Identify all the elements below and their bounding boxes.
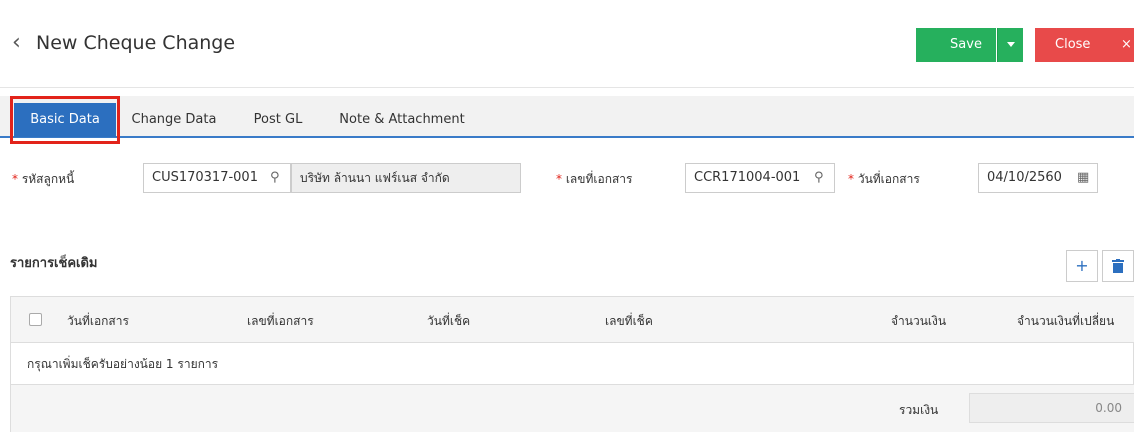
column-header[interactable]: จำนวนเงิน — [891, 312, 946, 331]
doc-no-field[interactable]: CCR171004-001 ⚲ — [685, 163, 835, 193]
close-button-label: Close — [1055, 37, 1091, 52]
doc-no-label: * เลขที่เอกสาร — [556, 172, 633, 186]
debtor-name-field: บริษัท ล้านนา แฟร์เนส จำกัด — [291, 163, 521, 193]
tab-change-data[interactable]: Change Data — [122, 103, 226, 137]
column-header[interactable]: เลขที่เอกสาร — [247, 312, 314, 331]
close-icon: × — [1121, 37, 1132, 52]
page-header: ‹ New Cheque Change Save Close × — [0, 0, 1134, 88]
doc-date-field[interactable]: 04/10/2560 ▦ — [978, 163, 1098, 193]
empty-message: กรุณาเพิ่มเช็ครับอย่างน้อย 1 รายการ — [27, 357, 219, 371]
calendar-icon[interactable]: ▦ — [1077, 164, 1089, 192]
table-row: กรุณาเพิ่มเช็ครับอย่างน้อย 1 รายการ — [11, 343, 1134, 385]
column-header[interactable]: วันที่เอกสาร — [67, 312, 129, 331]
page-title: New Cheque Change — [36, 32, 236, 54]
save-dropdown-button[interactable] — [997, 28, 1023, 62]
doc-date-label: * วันที่เอกสาร — [848, 172, 920, 186]
plus-icon: + — [1075, 256, 1089, 275]
caret-down-icon — [1007, 42, 1015, 47]
tab-basic-data[interactable]: Basic Data — [14, 103, 116, 137]
search-icon[interactable]: ⚲ — [814, 164, 824, 192]
tab-post-gl[interactable]: Post GL — [238, 103, 318, 137]
table-footer: รวมเงิน 0.00 — [11, 385, 1134, 432]
search-icon[interactable]: ⚲ — [270, 164, 280, 192]
trash-icon — [1112, 259, 1124, 273]
select-all-checkbox[interactable] — [29, 313, 42, 326]
column-header[interactable]: เลขที่เช็ค — [605, 312, 653, 331]
table-header: วันที่เอกสาร เลขที่เอกสาร วันที่เช็ค เลข… — [11, 297, 1134, 343]
debtor-code-field[interactable]: CUS170317-001 ⚲ — [143, 163, 291, 193]
tab-note-attachment[interactable]: Note & Attachment — [330, 103, 474, 137]
tab-bar: Basic Data Change Data Post GL Note & At… — [0, 96, 1134, 138]
debtor-code-label: * รหัสลูกหนี้ — [12, 172, 75, 186]
total-value-field: 0.00 — [969, 393, 1134, 423]
delete-row-button[interactable] — [1102, 250, 1134, 282]
cheque-table: วันที่เอกสาร เลขที่เอกสาร วันที่เช็ค เลข… — [10, 296, 1134, 432]
total-label: รวมเงิน — [899, 403, 939, 417]
add-row-button[interactable]: + — [1066, 250, 1098, 282]
column-header[interactable]: วันที่เช็ค — [427, 312, 470, 331]
section-title: รายการเช็คเดิม — [10, 256, 98, 271]
save-button[interactable]: Save — [916, 28, 996, 62]
back-chevron-icon[interactable]: ‹ — [12, 30, 28, 56]
save-button-label: Save — [950, 37, 982, 52]
close-button[interactable]: Close × — [1035, 28, 1134, 62]
column-header[interactable]: จำนวนเงินที่เปลี่ยน — [1017, 312, 1114, 331]
